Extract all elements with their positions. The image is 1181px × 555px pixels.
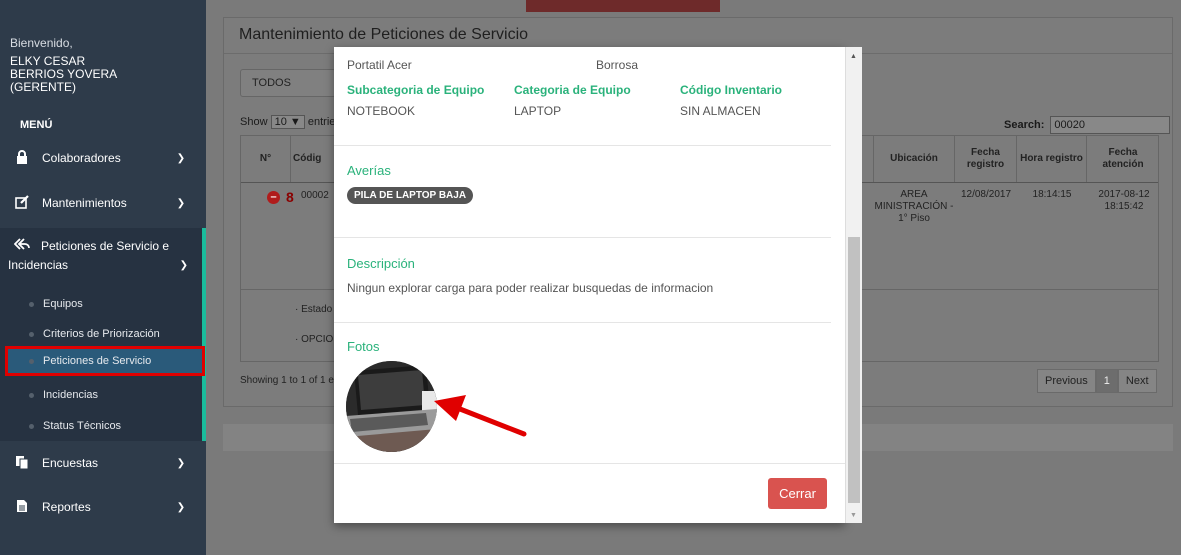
averias-title: Averías [347,163,391,178]
averia-badge: PILA DE LAPTOP BAJA [347,187,474,204]
categoria-label: Categoria de Equipo [514,83,631,97]
bullet-icon [29,301,34,307]
request-detail-modal: Portatil Acer Borrosa Subcategoria de Eq… [334,47,845,523]
descripcion-title: Descripción [347,256,415,271]
table-info: Showing 1 to 1 of 1 en [240,375,340,386]
copy-icon [12,455,32,472]
row-detail-estado: · Estado [295,304,333,315]
row-fecha-registro: 12/08/2017 [960,189,1012,200]
chevron-down-icon: ❯ [176,501,186,513]
search-input[interactable]: 00020 [1050,116,1171,134]
submenu-item-criterios[interactable]: Criterios de Priorización [0,319,202,349]
categoria-value: LAPTOP [514,104,562,118]
subcategoria-value: NOTEBOOK [347,104,416,118]
annotation-arrow-icon [434,395,527,437]
equipo-estado: Borrosa [596,58,639,72]
header-num[interactable]: N° [241,136,291,182]
search-box: Search: 00020 [1004,116,1171,134]
submenu-item-equipos[interactable]: Equipos [0,289,202,319]
row-code: 00002 [301,190,329,201]
header-fecha-atencion[interactable]: Fecha atención [1087,136,1159,182]
sidebar: Bienvenido, ELKY CESAR BERRIOS YOVERA (G… [0,0,206,555]
close-button[interactable]: Cerrar [768,478,827,509]
page-title: Mantenimiento de Peticiones de Servicio [239,26,529,43]
submenu: Equipos Criterios de Priorización Petici… [0,283,206,441]
modal-scrollbar[interactable]: ▲ ▼ [845,47,862,523]
previous-button[interactable]: Previous [1037,369,1096,393]
show-entries: Show 10 ▼ entrie [240,115,336,129]
pagination: Previous 1 Next [1037,369,1157,393]
page-1-button[interactable]: 1 [1095,369,1118,393]
sidebar-item-encuestas[interactable]: Encuestas ❯ [0,448,206,478]
fotos-title: Fotos [347,339,380,354]
lock-icon [12,149,32,167]
welcome-text: Bienvenido, [10,36,73,50]
codigo-value: SIN ALMACEN [680,104,761,118]
entries-select[interactable]: 10 ▼ [270,115,305,129]
user-name: ELKY CESAR BERRIOS YOVERA (GERENTE) [10,54,118,94]
row-fecha-atencion: 2017-08-12 18:15:42 [1098,189,1150,212]
bullet-icon [29,392,34,398]
top-banner [526,0,720,12]
sidebar-item-reportes[interactable]: Reportes ❯ [0,492,206,522]
chevron-down-icon: ❯ [176,197,186,209]
next-button[interactable]: Next [1117,369,1157,393]
submenu-item-incidencias[interactable]: Incidencias [0,380,202,410]
chevron-down-icon: ❯ [179,259,188,271]
chevron-down-icon: ❯ [176,152,186,164]
scroll-down-icon[interactable]: ▼ [850,512,857,519]
submenu-item-status-tecnicos[interactable]: Status Técnicos [0,411,202,441]
bullet-icon [29,423,34,429]
descripcion-value: Ningun explorar carga para poder realiza… [347,281,714,295]
sidebar-item-colaboradores[interactable]: Colaboradores ❯ [0,143,206,173]
row-number: 8 [286,189,294,205]
bullet-icon [29,358,34,364]
header-hora-registro[interactable]: Hora registro [1017,136,1087,182]
menu-title: MENÚ [20,119,53,131]
row-detail-opciones: · OPCIO [295,334,334,345]
collapse-row-icon[interactable]: – [267,191,280,204]
header-ubicacion[interactable]: Ubicación [873,136,955,182]
reply-all-icon [12,238,32,253]
chevron-down-icon: ❯ [176,457,186,469]
header-code[interactable]: Códig [291,136,321,182]
equipo-name: Portatil Acer [347,58,412,72]
sidebar-item-mantenimientos[interactable]: Mantenimientos ❯ [0,188,206,218]
codigo-label: Código Inventario [680,83,782,97]
bullet-icon [29,331,34,337]
edit-icon [12,194,32,212]
equipment-photo[interactable] [346,361,437,452]
sidebar-item-peticiones-incidencias[interactable]: Peticiones de Servicio e Incidencias ❯ [0,228,206,283]
row-ubicacion: AREA MINISTRACIÓN - 1° Piso [874,189,954,224]
row-hora-registro: 18:14:15 [1032,189,1072,200]
header-fecha-registro[interactable]: Fecha registro [955,136,1017,182]
file-icon [12,499,32,516]
scroll-up-icon[interactable]: ▲ [850,53,857,60]
scroll-thumb[interactable] [848,237,860,503]
submenu-item-peticiones[interactable]: Peticiones de Servicio [5,346,205,376]
status-filter-select[interactable]: TODOS [240,69,336,97]
subcategoria-label: Subcategoria de Equipo [347,83,485,97]
